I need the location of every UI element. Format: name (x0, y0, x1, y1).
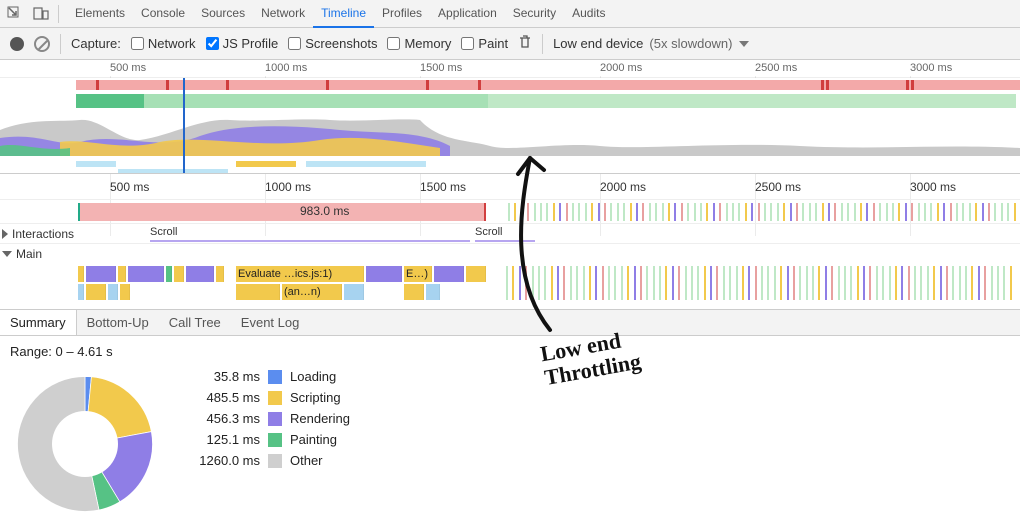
flame-slice[interactable] (78, 266, 84, 282)
tab-console[interactable]: Console (133, 0, 193, 28)
device-toggle-icon[interactable] (32, 5, 50, 23)
tab-security[interactable]: Security (505, 0, 564, 28)
flame-slice[interactable] (344, 284, 364, 300)
flame-slice[interactable] (86, 284, 106, 300)
record-button[interactable] (10, 37, 24, 51)
flame-slice[interactable] (120, 284, 130, 300)
ruler-tick: 2500 ms (755, 180, 801, 194)
summary-tab-event-log[interactable]: Event Log (231, 310, 310, 335)
separator (60, 34, 61, 54)
flame-slice[interactable] (186, 266, 214, 282)
overview-ruler[interactable]: 500 ms 1000 ms 1500 ms 2000 ms 2500 ms 3000 m… (0, 60, 1020, 78)
ruler-tick: 3000 ms (910, 62, 952, 74)
flame-slice[interactable] (404, 284, 424, 300)
disclosure-triangle-icon[interactable] (2, 251, 12, 257)
main-title: Main (16, 247, 42, 261)
legend-row: 125.1 msPainting (188, 432, 350, 447)
ruler-tick: 1000 ms (265, 180, 311, 194)
separator (542, 34, 543, 54)
overview-mini (76, 161, 1020, 171)
ruler-tick: 2000 ms (600, 62, 642, 74)
ruler-tick: 1500 ms (420, 180, 466, 194)
overview-flame (0, 112, 1020, 156)
flame-slice[interactable] (236, 284, 280, 300)
interaction-event[interactable]: Scroll (150, 226, 470, 242)
flame-slice[interactable]: Evaluate …ics.js:1) (236, 266, 364, 282)
ruler-tick: 2500 ms (755, 62, 797, 74)
capture-jsprofile-checkbox[interactable]: JS Profile (206, 36, 279, 51)
frame-band[interactable]: 983.0 ms (0, 200, 1020, 224)
flame-slice[interactable] (108, 284, 118, 300)
clear-button[interactable] (34, 36, 50, 52)
flame-slice[interactable] (78, 284, 84, 300)
summary-tab-call-tree[interactable]: Call Tree (159, 310, 231, 335)
tab-audits[interactable]: Audits (564, 0, 613, 28)
legend-row: 456.3 msRendering (188, 411, 350, 426)
interaction-event[interactable]: Scroll (475, 226, 535, 242)
interactions-row: Interactions Scroll Scroll (0, 224, 1020, 244)
tab-elements[interactable]: Elements (67, 0, 133, 28)
capture-paint-checkbox[interactable]: Paint (461, 36, 508, 51)
tab-profiles[interactable]: Profiles (374, 0, 430, 28)
summary-tab-bottom-up[interactable]: Bottom-Up (77, 310, 159, 335)
separator (58, 5, 59, 23)
flame-slice[interactable] (426, 284, 440, 300)
ruler-tick: 500 ms (110, 62, 146, 74)
capture-memory-checkbox[interactable]: Memory (387, 36, 451, 51)
flame-slice[interactable] (466, 266, 486, 282)
summary-pie-chart (10, 369, 160, 519)
frame-duration-label: 983.0 ms (300, 204, 349, 218)
flame-slice[interactable] (118, 266, 126, 282)
summary-tab-summary[interactable]: Summary (0, 310, 77, 335)
flame-slice[interactable] (366, 266, 402, 282)
main-flame-chart[interactable]: Evaluate …ics.js:1) E…) (an…n) (0, 264, 1020, 310)
tab-timeline[interactable]: Timeline (313, 0, 374, 28)
legend-row: 35.8 msLoading (188, 369, 350, 384)
trash-icon[interactable] (518, 34, 532, 53)
ruler-tick: 1000 ms (265, 62, 307, 74)
summary-legend: 35.8 msLoading 485.5 msScripting 456.3 msR… (188, 369, 350, 468)
disclosure-triangle-icon[interactable] (2, 229, 8, 239)
fps-row (76, 80, 1020, 90)
flame-slice[interactable] (216, 266, 224, 282)
cpu-row (76, 94, 1020, 108)
main-ruler[interactable]: 500 ms 1000 ms 1500 ms 2000 ms 2500 ms 3000 m… (0, 178, 1020, 200)
flame-slice[interactable] (166, 266, 172, 282)
overview-pane[interactable] (0, 78, 1020, 174)
flame-slice[interactable] (434, 266, 464, 282)
ruler-tick: 500 ms (110, 180, 149, 194)
chevron-down-icon (739, 41, 749, 47)
capture-label: Capture: (71, 36, 121, 51)
ruler-tick: 2000 ms (600, 180, 646, 194)
throttling-dropdown[interactable]: Low end device (5x slowdown) (553, 36, 748, 51)
flame-slice[interactable] (174, 266, 184, 282)
interactions-title: Interactions (12, 227, 74, 241)
inspect-icon[interactable] (6, 5, 24, 23)
frame-band-bar (78, 203, 1020, 221)
timeline-toolbar: Capture: Network JS Profile Screenshots … (0, 28, 1020, 60)
summary-tabbar: SummaryBottom-UpCall TreeEvent Log (0, 310, 1020, 336)
summary-pane: Range: 0 – 4.61 s 35.8 msLoading 485.5 ms… (0, 336, 1020, 527)
tab-application[interactable]: Application (430, 0, 505, 28)
ruler-tick: 3000 ms (910, 180, 956, 194)
main-row-header: Main (0, 244, 1020, 264)
flame-slice[interactable]: E…) (404, 266, 432, 282)
devtools-tabbar: ElementsConsoleSourcesNetworkTimelinePro… (0, 0, 1020, 28)
tab-network[interactable]: Network (253, 0, 313, 28)
cursor-line (183, 78, 185, 173)
capture-network-checkbox[interactable]: Network (131, 36, 196, 51)
flame-slice[interactable] (86, 266, 116, 282)
flame-slice[interactable] (128, 266, 164, 282)
capture-screenshots-checkbox[interactable]: Screenshots (288, 36, 377, 51)
legend-row: 1260.0 msOther (188, 453, 350, 468)
range-text: Range: 0 – 4.61 s (10, 344, 1010, 359)
legend-row: 485.5 msScripting (188, 390, 350, 405)
tab-sources[interactable]: Sources (193, 0, 253, 28)
flame-slice[interactable]: (an…n) (282, 284, 342, 300)
ruler-tick: 1500 ms (420, 62, 462, 74)
